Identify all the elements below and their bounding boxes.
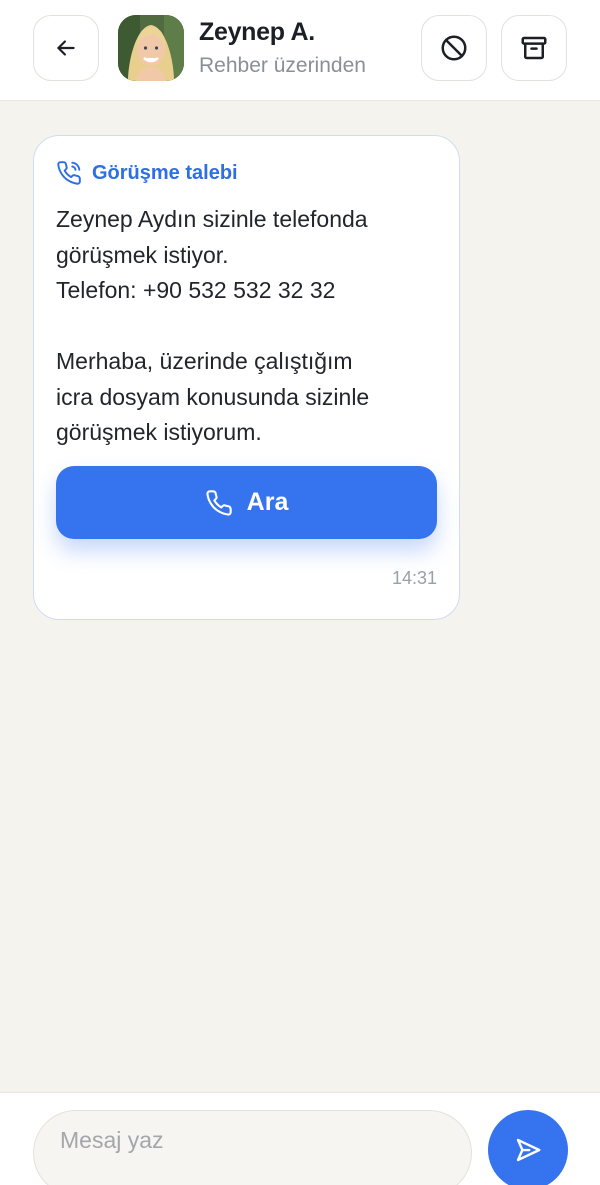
- block-button[interactable]: [421, 15, 487, 81]
- message-body: Zeynep Aydın sizinle telefonda görüşmek …: [56, 206, 370, 445]
- avatar[interactable]: [118, 15, 184, 81]
- message-header: Görüşme talebi: [56, 160, 238, 186]
- send-icon: [513, 1135, 543, 1165]
- contact-source: Rehber üzerinden: [199, 54, 366, 77]
- call-request-message: Görüşme talebi Zeynep Aydın sizinle tele…: [33, 135, 460, 620]
- chat-header: Zeynep A. Rehber üzerinden: [0, 0, 600, 101]
- send-button[interactable]: [488, 1110, 568, 1185]
- message-composer: [0, 1092, 600, 1185]
- phone-icon: [205, 489, 247, 517]
- arrow-left-icon: [53, 35, 79, 61]
- block-icon: [439, 33, 469, 63]
- message-title: Görüşme talebi: [92, 161, 238, 184]
- message-input[interactable]: [33, 1110, 472, 1185]
- call-button-label: Ara: [246, 488, 289, 516]
- back-button[interactable]: [33, 15, 99, 81]
- chat-screen: Zeynep A. Rehber üzerinden Görüşme taleb…: [0, 0, 600, 1185]
- contact-name: Zeynep A.: [199, 18, 315, 46]
- archive-icon: [519, 33, 549, 63]
- message-timestamp: 14:31: [391, 568, 437, 588]
- call-button[interactable]: Ara: [56, 466, 437, 539]
- phone-incoming-icon: [56, 160, 92, 186]
- archive-button[interactable]: [501, 15, 567, 81]
